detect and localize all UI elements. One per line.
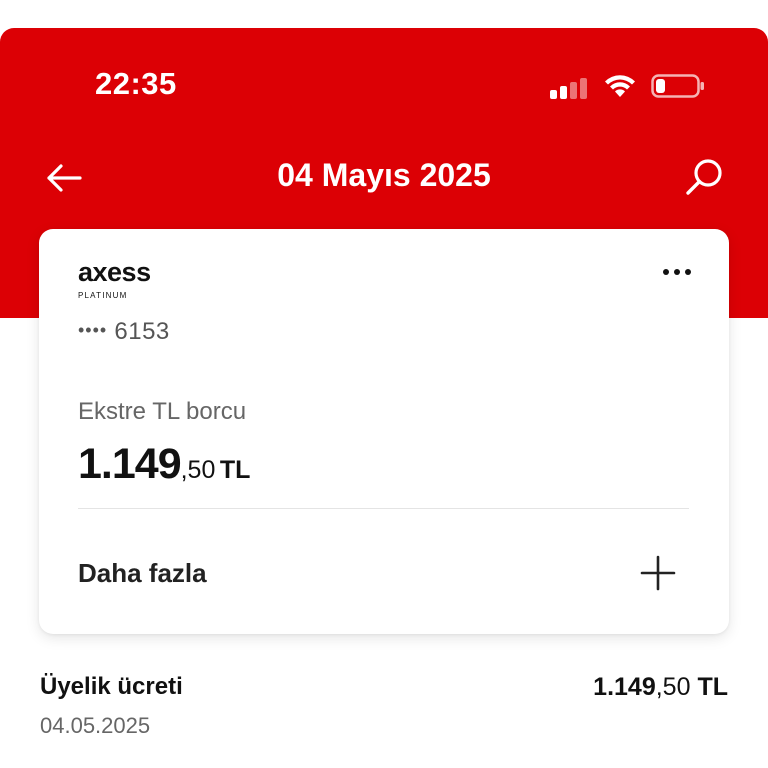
divider [78,508,689,509]
battery-icon [651,74,704,98]
brand-tier: PLATINUM [78,291,128,300]
page-title: 04 Mayıs 2025 [277,157,491,193]
tx-amount-integer: 1.149 [593,673,656,701]
more-details-toggle[interactable]: Daha fazla [78,558,207,589]
statement-label: Ekstre TL borcu [78,398,247,425]
wifi-icon [605,75,635,97]
tx-amount-fraction: ,50 [655,673,691,701]
amount-integer: 1.149 [78,440,182,488]
credit-card-panel: axess PLATINUM •••• 6153 Ekstre TL borcu… [39,229,729,634]
status-time: 22:35 [95,66,177,101]
app-screen: 22:35 04 Mayıs 2025 axess PLATINUM •••• [0,0,768,768]
more-horizontal-icon[interactable] [661,266,693,278]
transaction-amount: 1.149,50 TL [593,673,728,702]
card-last-digits: 6153 [114,318,170,345]
amount-currency: TL [219,456,251,484]
plus-icon[interactable] [640,555,676,591]
card-brand-logo: axess PLATINUM [78,257,151,301]
tx-amount-currency: TL [697,673,728,701]
brand-name: axess [78,257,151,287]
search-icon[interactable] [684,156,726,198]
amount-fraction: ,50 [180,456,216,484]
mask-dots: •••• [78,320,108,340]
transaction-title: Üyelik ücreti [40,673,183,700]
transaction-date: 04.05.2025 [40,713,151,738]
signal-icon [550,77,590,99]
statement-amount: 1.149,50 TL [78,440,250,489]
masked-card-number: •••• 6153 [78,318,170,346]
